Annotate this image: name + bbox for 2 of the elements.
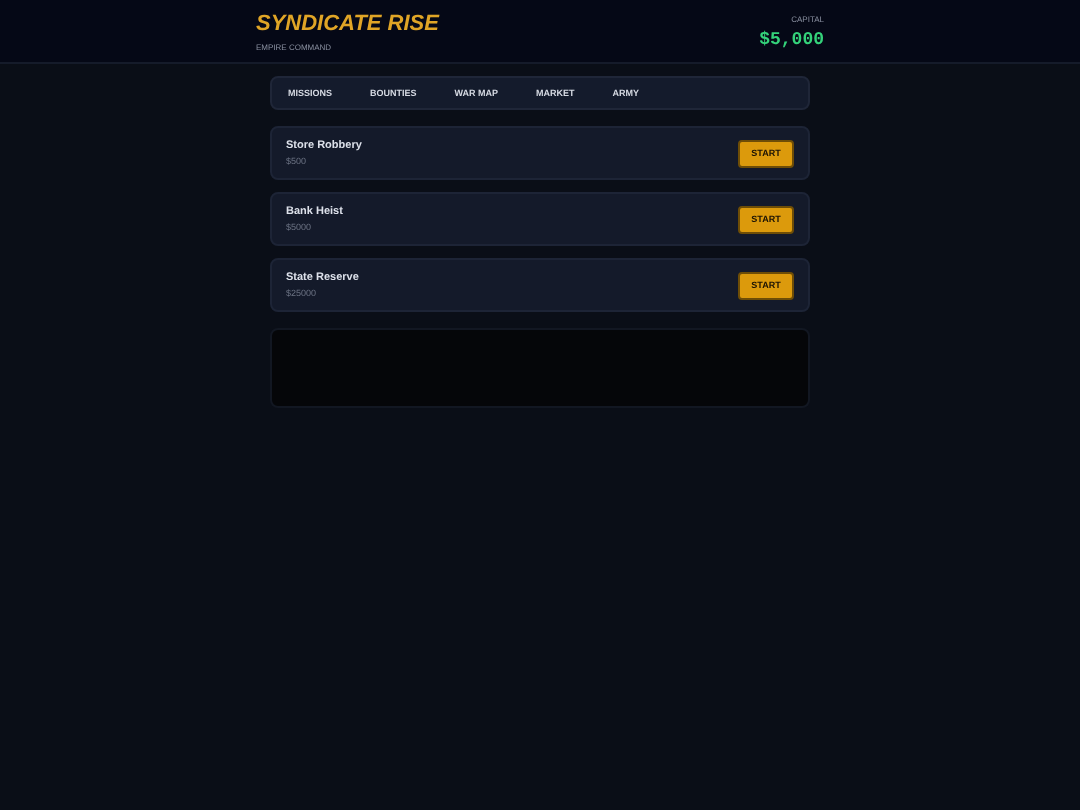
app-title: SYNDICATE RISE: [256, 11, 439, 35]
capital-value: $5,000: [759, 29, 824, 49]
